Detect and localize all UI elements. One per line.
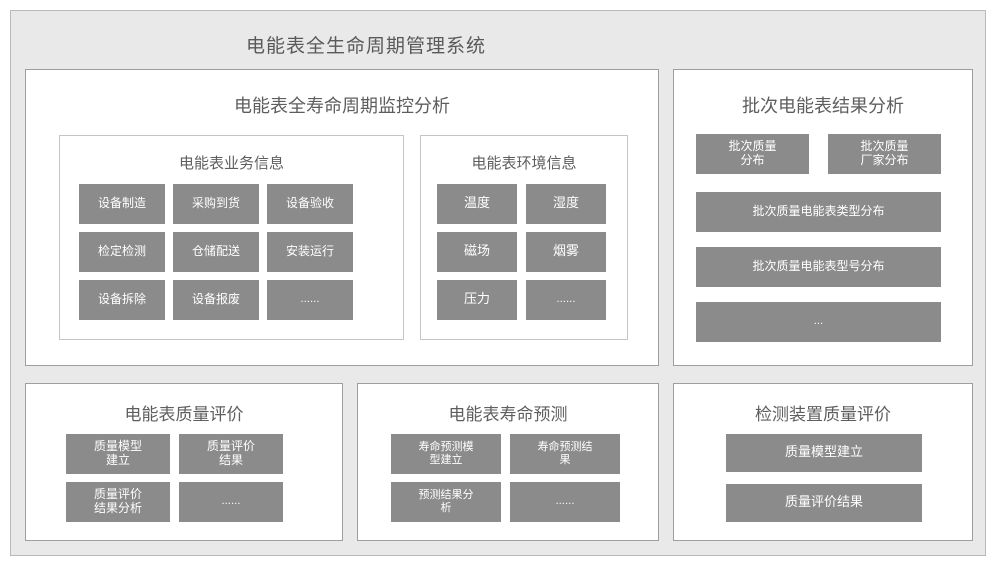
tile-batch-0[interactable]: 批次质量 分布 xyxy=(696,134,809,174)
tile-batch-1[interactable]: 批次质量 厂家分布 xyxy=(828,134,941,174)
panel-title-device-quality-evaluation: 检测装置质量评价 xyxy=(755,405,891,425)
panel-device-quality-evaluation: 检测装置质量评价 质量模型建立 质量评价结果 xyxy=(673,383,973,541)
tile-quality-3[interactable]: ...... xyxy=(179,482,283,522)
subpanel-title-business-info: 电能表业务信息 xyxy=(178,154,284,172)
tile-quality-1[interactable]: 质量评价 结果 xyxy=(179,434,283,474)
tile-batch-3[interactable]: 批次质量电能表型号分布 xyxy=(696,247,941,287)
tile-business-2[interactable]: 设备验收 xyxy=(267,184,353,224)
tile-business-5[interactable]: 安装运行 xyxy=(267,232,353,272)
tile-environment-3[interactable]: 烟雾 xyxy=(526,232,606,272)
tile-life-1[interactable]: 寿命预测结 果 xyxy=(510,434,620,474)
tile-environment-0[interactable]: 温度 xyxy=(437,184,517,224)
tile-business-3[interactable]: 检定检测 xyxy=(79,232,165,272)
tile-quality-2[interactable]: 质量评价 结果分析 xyxy=(66,482,170,522)
tile-business-0[interactable]: 设备制造 xyxy=(79,184,165,224)
tile-environment-5[interactable]: ...... xyxy=(526,280,606,320)
tile-environment-2[interactable]: 磁场 xyxy=(437,232,517,272)
tile-quality-0[interactable]: 质量模型 建立 xyxy=(66,434,170,474)
tile-business-8[interactable]: ...... xyxy=(267,280,353,320)
subpanel-business-info: 电能表业务信息 设备制造 采购到货 设备验收 检定检测 仓储配送 安装运行 设备… xyxy=(59,135,404,340)
tile-life-0[interactable]: 寿命预测模 型建立 xyxy=(391,434,501,474)
tile-batch-2[interactable]: 批次质量电能表类型分布 xyxy=(696,192,941,232)
subpanel-title-environment-info: 电能表环境信息 xyxy=(471,154,577,172)
panel-title-meter-life-prediction: 电能表寿命预测 xyxy=(448,405,568,425)
tile-business-4[interactable]: 仓储配送 xyxy=(173,232,259,272)
tile-life-3[interactable]: ...... xyxy=(510,482,620,522)
panel-meter-life-prediction: 电能表寿命预测 寿命预测模 型建立 寿命预测结 果 预测结果分 析 ...... xyxy=(357,383,659,541)
panel-title-lifecycle-monitoring: 电能表全寿命周期监控分析 xyxy=(234,96,450,117)
panel-title-meter-quality-evaluation: 电能表质量评价 xyxy=(124,405,244,425)
app-title: 电能表全生命周期管理系统 xyxy=(245,35,486,57)
tile-business-7[interactable]: 设备报废 xyxy=(173,280,259,320)
tile-business-1[interactable]: 采购到货 xyxy=(173,184,259,224)
tile-device-0[interactable]: 质量模型建立 xyxy=(726,434,922,472)
tile-business-6[interactable]: 设备拆除 xyxy=(79,280,165,320)
panel-batch-result-analysis: 批次电能表结果分析 批次质量 分布 批次质量 厂家分布 批次质量电能表类型分布 … xyxy=(673,69,973,366)
tile-life-2[interactable]: 预测结果分 析 xyxy=(391,482,501,522)
panel-meter-quality-evaluation: 电能表质量评价 质量模型 建立 质量评价 结果 质量评价 结果分析 ...... xyxy=(25,383,343,541)
panel-lifecycle-monitoring: 电能表全寿命周期监控分析 电能表业务信息 设备制造 采购到货 设备验收 检定检测… xyxy=(25,69,659,366)
panel-title-batch-result-analysis: 批次电能表结果分析 xyxy=(742,96,904,117)
application-frame: 电能表全生命周期管理系统 电能表全寿命周期监控分析 电能表业务信息 设备制造 采… xyxy=(10,10,986,556)
tile-device-1[interactable]: 质量评价结果 xyxy=(726,484,922,522)
tile-environment-1[interactable]: 湿度 xyxy=(526,184,606,224)
subpanel-environment-info: 电能表环境信息 温度 湿度 磁场 烟雾 压力 ...... xyxy=(420,135,628,340)
tile-batch-4[interactable]: ... xyxy=(696,302,941,342)
tile-environment-4[interactable]: 压力 xyxy=(437,280,517,320)
